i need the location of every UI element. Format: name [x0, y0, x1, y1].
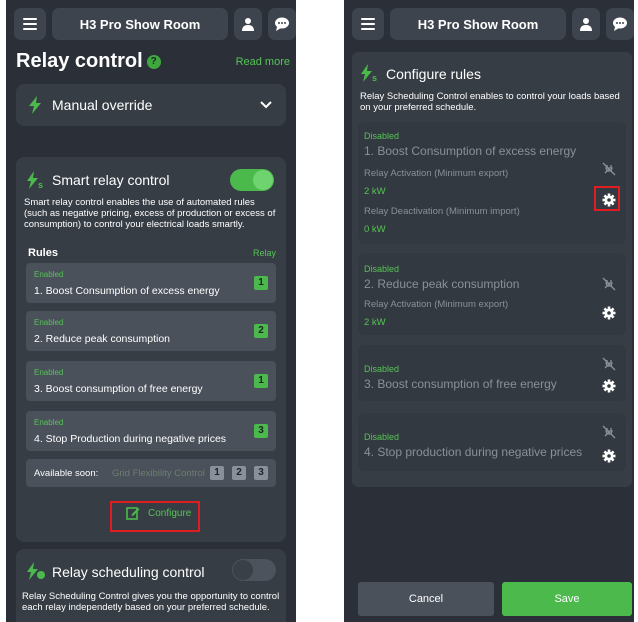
rule-card: Disabled 2. Reduce peak consumption Rela…: [358, 253, 626, 335]
site-selector[interactable]: H3 Pro Show Room: [390, 8, 566, 40]
chat-icon[interactable]: [268, 8, 296, 40]
highlight-box: [110, 501, 200, 532]
unplug-icon: [602, 357, 616, 371]
top-bar: H3 Pro Show Room: [6, 8, 296, 40]
site-selector[interactable]: H3 Pro Show Room: [52, 8, 228, 40]
smart-relay-card: s Smart relay control Smart relay contro…: [16, 157, 286, 542]
schedule-bolt-icon: [27, 562, 45, 580]
configure-rules-title: Configure rules: [386, 66, 481, 82]
rule-status: Disabled: [364, 432, 400, 442]
smart-relay-toggle[interactable]: [230, 169, 274, 191]
rule-row[interactable]: Enabled 3. Boost consumption of free ene…: [26, 361, 276, 401]
unplug-icon: [602, 425, 616, 439]
smart-relay-title: Smart relay control: [52, 172, 170, 188]
relay-control-screen: H3 Pro Show Room Relay control? Read mor…: [6, 0, 296, 622]
top-bar: H3 Pro Show Room: [344, 8, 634, 40]
smart-relay-description: Smart relay control enables the use of a…: [24, 197, 276, 230]
smart-bolt-icon: s: [27, 171, 43, 189]
unplug-icon: [602, 162, 616, 176]
relay-badge-disabled: 2: [232, 466, 246, 480]
gear-icon[interactable]: [602, 306, 616, 320]
menu-icon[interactable]: [352, 8, 384, 40]
smart-bolt-icon: s: [361, 64, 377, 82]
available-soon-row: Available soon: Grid Flexibility Control…: [26, 459, 276, 487]
relay-badge: 1: [254, 374, 268, 388]
cancel-button[interactable]: Cancel: [358, 582, 494, 616]
unplug-icon: [602, 277, 616, 291]
highlight-box: [594, 186, 620, 211]
rule-status: Disabled: [364, 131, 400, 141]
rule-row[interactable]: Enabled 1. Boost Consumption of excess e…: [26, 263, 276, 303]
rule-status: Disabled: [364, 264, 400, 274]
rule-status: Disabled: [364, 364, 400, 374]
scheduling-description: Relay Scheduling Control gives you the o…: [22, 591, 280, 613]
chat-icon[interactable]: [606, 8, 634, 40]
chevron-down-icon: [260, 101, 272, 109]
help-icon[interactable]: ?: [146, 54, 161, 69]
user-icon[interactable]: [234, 8, 262, 40]
relay-badge: 2: [254, 324, 268, 338]
menu-icon[interactable]: [14, 8, 46, 40]
gear-icon[interactable]: [602, 449, 616, 463]
rule-card: Disabled 1. Boost Consumption of excess …: [358, 122, 626, 244]
gear-icon[interactable]: [602, 379, 616, 393]
scheduling-title: Relay scheduling control: [52, 564, 205, 580]
read-more-link[interactable]: Read more: [236, 56, 290, 68]
save-button[interactable]: Save: [502, 582, 632, 616]
rule-row[interactable]: Enabled 4. Stop Production during negati…: [26, 411, 276, 451]
configure-rules-screen: H3 Pro Show Room s Configure rules Relay…: [344, 0, 634, 622]
bolt-icon: [29, 96, 41, 114]
manual-override-row[interactable]: Manual override: [16, 84, 286, 126]
rule-row[interactable]: Enabled 2. Reduce peak consumption 2: [26, 311, 276, 351]
relay-badge: 1: [254, 276, 268, 290]
rule-card: Disabled 4. Stop production during negat…: [358, 413, 626, 471]
svg-text:s: s: [38, 180, 43, 189]
relay-header: Relay: [252, 248, 276, 258]
rule-name: 1. Boost Consumption of excess energy: [364, 144, 577, 158]
rule-name: 4. Stop production during negative price…: [364, 445, 583, 459]
rule-name: 2. Reduce peak consumption: [364, 277, 520, 291]
configure-rules-description: Relay Scheduling Control enables to cont…: [360, 91, 620, 113]
svg-text:s: s: [372, 73, 377, 82]
available-soon-label: Available soon:: [34, 468, 99, 479]
available-soon-feature: Grid Flexibility Control: [112, 468, 205, 479]
relay-badge: 3: [254, 424, 268, 438]
relay-badge-disabled: 1: [210, 466, 224, 480]
page-title: Relay control?: [16, 50, 161, 73]
rules-header: Rules: [28, 247, 58, 259]
manual-override-label: Manual override: [52, 97, 153, 113]
relay-scheduling-card: Relay scheduling control Relay Schedulin…: [16, 549, 286, 622]
rule-card: Disabled 3. Boost consumption of free en…: [358, 345, 626, 401]
rule-name: 3. Boost consumption of free energy: [364, 377, 557, 391]
user-icon[interactable]: [572, 8, 600, 40]
relay-badge-disabled: 3: [254, 466, 268, 480]
scheduling-toggle[interactable]: [232, 559, 276, 581]
